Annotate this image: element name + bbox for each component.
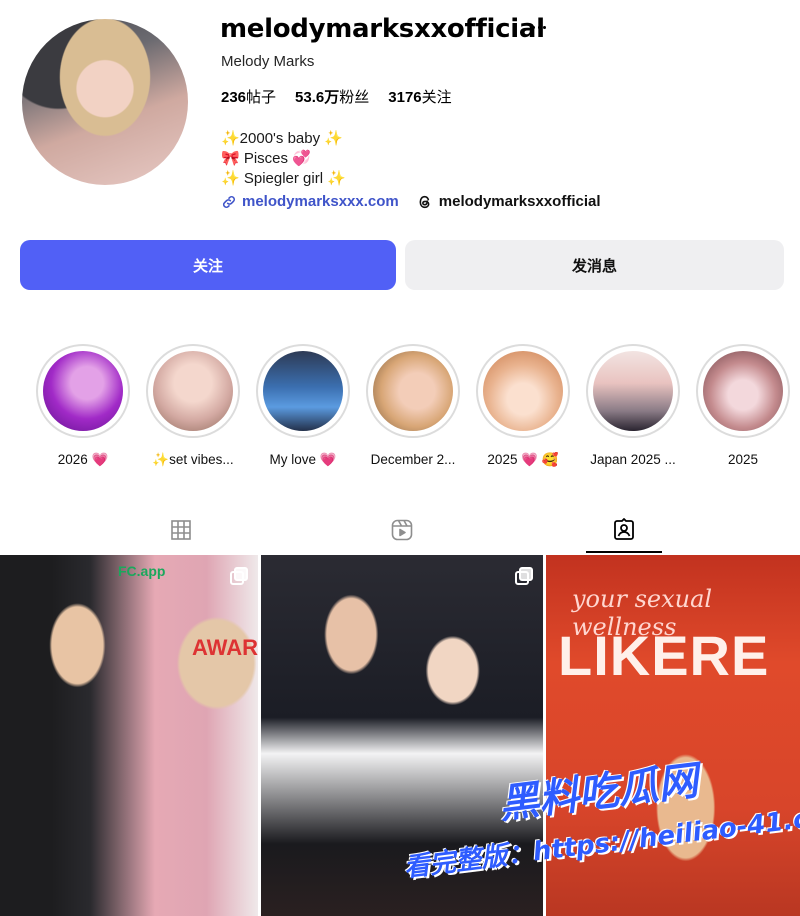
highlight-cover (703, 351, 783, 431)
threads-icon (419, 195, 430, 208)
highlight-label: 2025 (727, 452, 759, 467)
highlight-label: Japan 2025 ... (590, 452, 676, 467)
highlight-cover (373, 351, 453, 431)
bio-line: ✨2000's baby ✨ (221, 130, 343, 147)
highlight-ring (36, 344, 130, 438)
post-overlay-text: AWAR (192, 635, 258, 660)
highlight-cover (153, 351, 233, 431)
profile-full-name: Melody Marks (221, 53, 315, 70)
highlight-item[interactable]: Japan 2025 ... (586, 344, 680, 468)
post-tile[interactable]: FC.app AWAR (0, 555, 258, 916)
highlight-cover (593, 351, 673, 431)
profile-avatar[interactable] (22, 19, 188, 185)
highlight-ring (146, 344, 240, 438)
highlight-ring (476, 344, 570, 438)
highlight-label: ✨set vibes... (152, 452, 234, 467)
tab-tagged[interactable] (574, 508, 674, 553)
profile-stats: 236帖子 53.6万粉丝 3176关注 (221, 86, 452, 107)
carousel-icon (230, 567, 248, 585)
website-link[interactable]: melodymarksxxx.com (221, 193, 399, 210)
highlight-cover (483, 351, 563, 431)
profile-username: melodymarksxxofficial (220, 14, 545, 44)
profile-links: melodymarksxxx.com melodymarksxxofficial (221, 193, 601, 210)
posts-count: 236帖子 (221, 89, 277, 106)
highlight-item[interactable]: 2025 (696, 344, 790, 468)
highlight-label: December 2... (370, 452, 456, 467)
highlight-label: 2025 💗 🥰 (487, 452, 559, 467)
highlight-ring (366, 344, 460, 438)
reels-icon (391, 519, 413, 541)
story-highlights: 2026 💗 ✨set vibes... My love 💗 December … (36, 344, 790, 468)
bio-line: 🎀 Pisces 💞 (221, 150, 311, 167)
tagged-icon (614, 518, 634, 540)
more-options-icon[interactable] (532, 26, 547, 32)
highlight-cover (263, 351, 343, 431)
highlight-label: My love 💗 (269, 452, 337, 467)
link-icon (222, 195, 236, 208)
grid-icon (171, 520, 191, 540)
carousel-icon (515, 567, 533, 585)
tagged-posts-grid: FC.app AWAR your sexual wellness LIKERE (0, 555, 800, 916)
highlight-item[interactable]: My love 💗 (256, 344, 350, 468)
highlight-item[interactable]: ✨set vibes... (146, 344, 240, 468)
following-count[interactable]: 3176关注 (388, 86, 451, 107)
highlight-ring (586, 344, 680, 438)
profile-tabs (0, 508, 800, 553)
highlight-ring (696, 344, 790, 438)
tab-reels[interactable] (352, 508, 452, 552)
followers-count[interactable]: 53.6万粉丝 (295, 86, 369, 107)
highlight-item[interactable]: December 2... (366, 344, 460, 468)
highlight-label: 2026 💗 (57, 452, 109, 467)
website-link-text: melodymarksxxx.com (242, 193, 399, 210)
highlight-ring (256, 344, 350, 438)
threads-link[interactable]: melodymarksxxofficial (417, 193, 601, 210)
profile-bio: ✨2000's baby ✨ 🎀 Pisces 💞 ✨ Spiegler gir… (221, 129, 346, 189)
post-overlay-text: LIKERE (558, 624, 770, 687)
threads-link-text: melodymarksxxofficial (438, 193, 601, 210)
post-overlay-text: FC.app (118, 563, 166, 579)
highlight-item[interactable]: 2025 💗 🥰 (476, 344, 570, 468)
bio-line: ✨ Spiegler girl ✨ (221, 170, 346, 187)
tab-posts[interactable] (131, 508, 231, 552)
message-button[interactable]: 发消息 (405, 240, 784, 290)
follow-button[interactable]: 关注 (20, 240, 396, 290)
highlight-cover (43, 351, 123, 431)
highlight-item[interactable]: 2026 💗 (36, 344, 130, 468)
